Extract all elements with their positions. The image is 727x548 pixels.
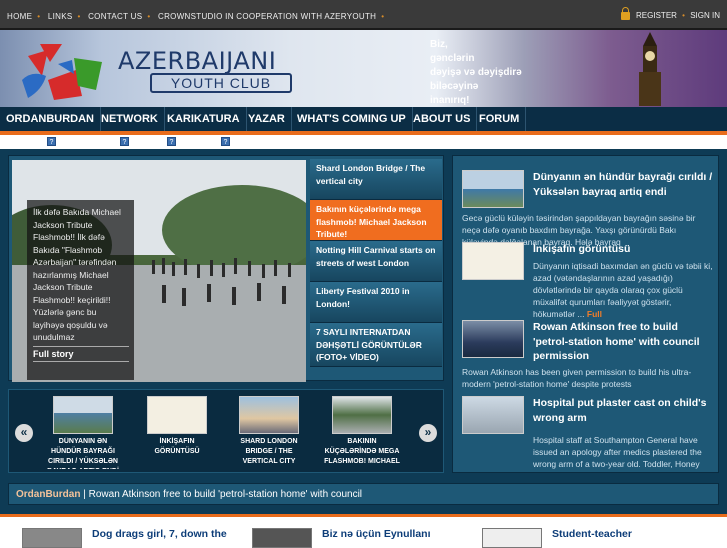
nav-whats-coming-up[interactable]: WHAT'S COMING UP [291,107,413,131]
news-thumbnail[interactable] [462,320,524,358]
submenu-row: ? ? ? ? [0,135,727,149]
slogan-line: inanırıq! [430,95,470,106]
site-subtitle: YOUTH CLUB [150,73,292,93]
club-logo[interactable] [18,40,108,104]
content-area: İlk dəfə Bakıda Michael Jackson Tribute … [0,149,727,548]
slogan-line: dəyişə və dəyişdirə [430,67,522,78]
nav-ordanburdan[interactable]: ORDANBURDAN [0,107,101,131]
news-list: Dünyanın ən hündür bayrağı cırıldı / Yük… [452,155,719,473]
nav-network[interactable]: NETWORK [95,107,165,131]
bottom-news-title[interactable]: Biz nə üçün Eynullanı [322,528,431,540]
carousel-item-title: DÜNYANIN ƏN HÜNDÜR BAYRAĞI CIRILDI / YÜK… [47,438,119,469]
news-item: Dünyanın ən hündür bayrağı cırıldı / Yük… [462,170,714,247]
account-links: REGISTER • SIGN IN [620,7,720,20]
slogan-line: gənclərin [430,53,475,64]
top-nav-crownstudio[interactable]: CROWNSTUDIO IN COOPERATION WITH AZERYOUT… [158,12,376,21]
news-ticker[interactable]: OrdanBurdan | Rowan Atkinson free to bui… [8,483,719,505]
bottom-news-thumbnail[interactable] [482,528,542,548]
top-nav-links[interactable]: LINKS [48,12,73,21]
banner-slogan: Biz, gənclərin dəyişə və dəyişdirə biləc… [430,38,540,107]
top-nav-home[interactable]: HOME [7,12,32,21]
carousel-next-button[interactable]: » [419,424,437,442]
nav-forum[interactable]: FORUM [473,107,527,131]
register-link[interactable]: REGISTER [636,11,677,20]
news-summary-text: Dünyanın iqtisadi baxımdan ən güclü və t… [533,261,713,319]
slider-headlines: Shard London Bridge / The vertical city … [310,159,442,367]
carousel-item[interactable]: SHARD LONDON BRIDGE / THE VERTICAL CITY [229,396,309,469]
slider-headline[interactable]: 7 SAYLI INTERNATDAN DƏHŞƏTLİ GÖRÜNTÜLƏR … [310,323,442,367]
news-thumbnail[interactable] [462,396,524,434]
carousel-item-title: İNKİŞAFIN GÖRÜNTÜSÜ [154,438,200,455]
carousel-prev-button[interactable]: « [15,424,33,442]
news-thumbnail[interactable] [462,170,524,208]
help-icon[interactable]: ? [221,137,230,146]
top-nav: HOME • LINKS • CONTACT US • CROWNSTUDIO IN … [7,12,389,21]
top-bar: HOME • LINKS • CONTACT US • CROWNSTUDIO IN … [0,0,727,30]
nav-about-us[interactable]: ABOUT US [407,107,478,131]
slider-headline[interactable]: Notting Hill Carnival starts on streets … [310,241,442,282]
help-icon[interactable]: ? [120,137,129,146]
slogan-line: biləcəyinə [430,81,479,92]
clock-tower-image [639,32,661,106]
ticker-label: OrdanBurdan [16,489,81,500]
slider-headline[interactable]: Liberty Festival 2010 in London! [310,282,442,323]
carousel-thumbnail [53,396,113,434]
bottom-news-title[interactable]: Dog drags girl, 7, down the [92,528,227,540]
site-banner: AZERBAIJANI YOUTH CLUB Biz, gənclərin də… [0,30,727,107]
slider-headline[interactable]: Shard London Bridge / The vertical city [310,159,442,200]
carousel-thumbnail [332,396,392,434]
carousel-item-title: BAKININ KÜÇƏLƏRİNDƏ MEGA FLASHMOB! MICHA… [324,438,400,465]
bottom-news-thumbnail[interactable] [252,528,312,548]
carousel-item[interactable]: BAKININ KÜÇƏLƏRİNDƏ MEGA FLASHMOB! MICHA… [322,396,402,469]
separator: • [37,12,41,21]
separator: • [381,12,385,21]
featured-caption: İlk dəfə Bakıda Michael Jackson Tribute … [27,200,134,380]
news-summary: Hospital staff at Southampton General ha… [533,435,702,472]
news-summary: Rowan Atkinson has been given permission… [462,367,692,389]
news-title[interactable]: Rowan Atkinson free to build 'petrol-sta… [533,320,713,364]
slogan-line: Biz, [430,39,448,50]
separator: • [147,12,151,21]
separator: • [77,12,81,21]
news-title[interactable]: Dünyanın ən hündür bayrağı cırıldı / Yük… [533,170,713,199]
carousel-item[interactable]: DÜNYANIN ƏN HÜNDÜR BAYRAĞI CIRILDI / YÜK… [43,396,123,469]
news-title[interactable]: Hospital put plaster cast on child's wro… [533,396,713,425]
help-icon[interactable]: ? [47,137,56,146]
site-title: AZERBAIJANI [118,47,277,75]
slider-headline-active[interactable]: Bakının küçələrində mega flashmob! Micha… [310,200,442,241]
bottom-news-title[interactable]: Student-teacher [552,528,632,540]
full-story-link[interactable]: Full story [33,346,129,362]
featured-slider: İlk dəfə Bakıda Michael Jackson Tribute … [8,155,444,382]
carousel-item[interactable]: İNKİŞAFIN GÖRÜNTÜSÜ [137,396,217,469]
lock-icon [620,7,630,20]
caption-text: İlk dəfə Bakıda Michael Jackson Tribute … [33,207,121,342]
sign-in-link[interactable]: SIGN IN [690,11,720,20]
thumbnail-carousel: « DÜNYANIN ƏN HÜNDÜR BAYRAĞI CIRILDI / Y… [8,389,444,473]
carousel-thumbnail [147,396,207,434]
ticker-separator: | [83,489,86,500]
carousel-item-title: SHARD LONDON BRIDGE / THE VERTICAL CITY [240,438,298,465]
featured-photo[interactable]: İlk dəfə Bakıda Michael Jackson Tribute … [12,160,306,382]
main-nav: ORDANBURDAN NETWORK KARIKATURA YAZAR WHA… [0,107,727,131]
ticker-text[interactable]: Rowan Atkinson free to build 'petrol-sta… [89,489,362,500]
news-item: Hospital put plaster cast on child's wro… [462,396,714,472]
top-nav-contact[interactable]: CONTACT US [88,12,142,21]
nav-yazar[interactable]: YAZAR [242,107,292,131]
carousel-thumbnail [239,396,299,434]
help-icon[interactable]: ? [167,137,176,146]
full-link[interactable]: Full [587,309,602,319]
bottom-news-thumbnail[interactable] [22,528,82,548]
news-item: İnkişafın görüntüsü Dünyanın iqtisadi ba… [462,242,714,319]
news-title[interactable]: İnkişafın görüntüsü [533,242,713,257]
news-summary: Dünyanın iqtisadi baxımdan ən güclü və t… [462,260,714,320]
separator: • [682,11,685,20]
news-item: Rowan Atkinson free to build 'petrol-sta… [462,320,714,392]
nav-karikatura[interactable]: KARIKATURA [161,107,247,131]
bottom-news-row: Dog drags girl, 7, down the Biz nə üçün … [0,517,727,548]
